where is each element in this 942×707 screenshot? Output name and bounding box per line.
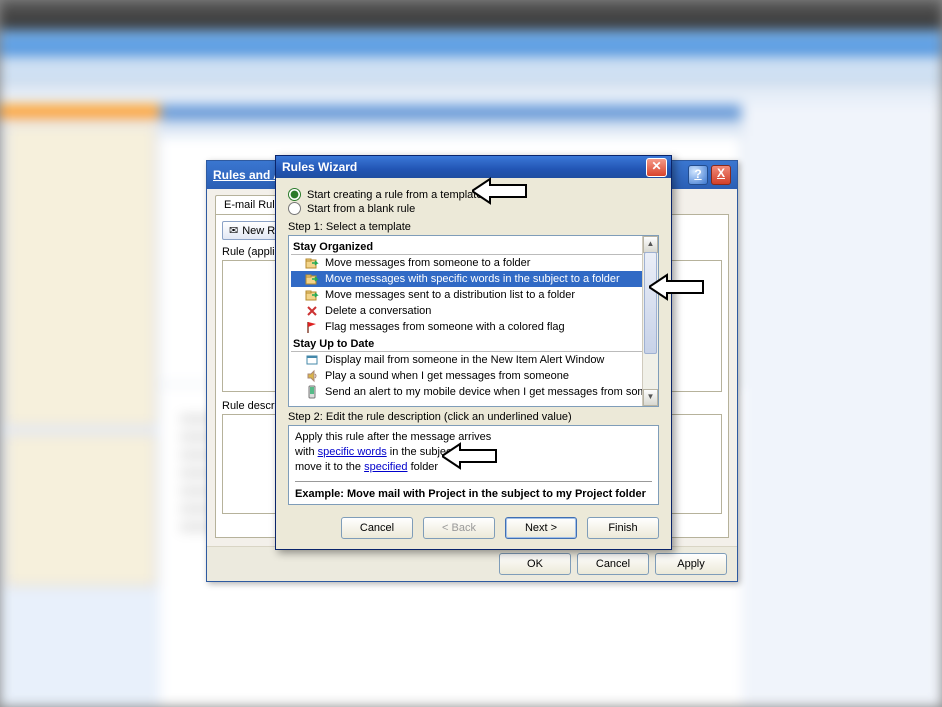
help-icon[interactable]: ? bbox=[688, 165, 708, 185]
template-item[interactable]: Move messages with specific words in the… bbox=[291, 271, 643, 287]
template-item-label: Send an alert to my mobile device when I… bbox=[325, 386, 659, 398]
wizard-button-row: Cancel < Back Next > Finish bbox=[288, 517, 659, 539]
radio-start-from-blank[interactable]: Start from a blank rule bbox=[288, 202, 659, 215]
cancel-button[interactable]: Cancel bbox=[341, 517, 413, 539]
move-folder-icon bbox=[305, 288, 319, 302]
mobile-icon bbox=[305, 385, 319, 399]
radio-blank-input[interactable] bbox=[288, 202, 301, 215]
start-mode-radiogroup: Start creating a rule from a template St… bbox=[288, 188, 659, 215]
template-category: Stay Organized bbox=[291, 240, 643, 255]
scroll-up-icon[interactable]: ▲ bbox=[643, 236, 658, 253]
template-item-label: Move messages sent to a distribution lis… bbox=[325, 289, 575, 301]
ok-button[interactable]: OK bbox=[499, 553, 571, 575]
scroll-down-icon[interactable]: ▼ bbox=[643, 389, 658, 406]
radio-start-from-template[interactable]: Start creating a rule from a template bbox=[288, 188, 659, 201]
next-button[interactable]: Next > bbox=[505, 517, 577, 539]
scroll-thumb[interactable] bbox=[644, 252, 657, 354]
delete-x-icon bbox=[305, 304, 319, 318]
template-item-label: Flag messages from someone with a colore… bbox=[325, 321, 565, 333]
desc-line-2: with specific words in the subject bbox=[295, 445, 652, 460]
step1-label: Step 1: Select a template bbox=[288, 221, 659, 233]
template-item[interactable]: Delete a conversation bbox=[291, 303, 643, 319]
template-item-label: Move messages with specific words in the… bbox=[325, 273, 620, 285]
template-item-label: Play a sound when I get messages from so… bbox=[325, 370, 569, 382]
description-box: Apply this rule after the message arrive… bbox=[288, 425, 659, 505]
scrollbar[interactable]: ▲ ▼ bbox=[642, 236, 658, 406]
template-item[interactable]: Play a sound when I get messages from so… bbox=[291, 368, 643, 384]
radio-template-input[interactable] bbox=[288, 188, 301, 201]
template-item-label: Delete a conversation bbox=[325, 305, 431, 317]
wizard-titlebar: Rules Wizard ✕ bbox=[276, 156, 671, 178]
template-category: Stay Up to Date bbox=[291, 337, 643, 352]
template-listbox[interactable]: ▲ ▼ Stay Organized Move messages from som… bbox=[288, 235, 659, 407]
desc-line-3: move it to the specified folder bbox=[295, 460, 652, 475]
template-item[interactable]: Display mail from someone in the New Ite… bbox=[291, 352, 643, 368]
template-item[interactable]: Send an alert to my mobile device when I… bbox=[291, 384, 643, 400]
template-item[interactable]: Move messages from someone to a folder bbox=[291, 255, 643, 271]
wizard-title: Rules Wizard bbox=[282, 160, 357, 174]
apply-button[interactable]: Apply bbox=[655, 553, 727, 575]
finish-button[interactable]: Finish bbox=[587, 517, 659, 539]
link-specified-folder[interactable]: specified bbox=[364, 461, 407, 473]
flag-icon bbox=[305, 320, 319, 334]
step2-label: Step 2: Edit the rule description (click… bbox=[288, 411, 659, 423]
back-button: < Back bbox=[423, 517, 495, 539]
sound-icon bbox=[305, 369, 319, 383]
link-specific-words[interactable]: specific words bbox=[318, 446, 387, 458]
template-item-label: Move messages from someone to a folder bbox=[325, 257, 530, 269]
close-icon[interactable]: X bbox=[711, 165, 731, 185]
rules-wizard-dialog: Rules Wizard ✕ Start creating a rule fro… bbox=[275, 155, 672, 550]
new-rule-icon: ✉ bbox=[229, 224, 238, 237]
cancel-button[interactable]: Cancel bbox=[577, 553, 649, 575]
move-folder-icon bbox=[305, 256, 319, 270]
template-item-label: Display mail from someone in the New Ite… bbox=[325, 354, 604, 366]
desc-line-1: Apply this rule after the message arrive… bbox=[295, 430, 652, 445]
example-text: Example: Move mail with Project in the s… bbox=[295, 488, 652, 500]
move-folder-icon bbox=[305, 272, 319, 286]
template-item[interactable]: Flag messages from someone with a colore… bbox=[291, 319, 643, 335]
template-item[interactable]: Move messages sent to a distribution lis… bbox=[291, 287, 643, 303]
alert-icon bbox=[305, 353, 319, 367]
close-icon[interactable]: ✕ bbox=[646, 158, 667, 177]
